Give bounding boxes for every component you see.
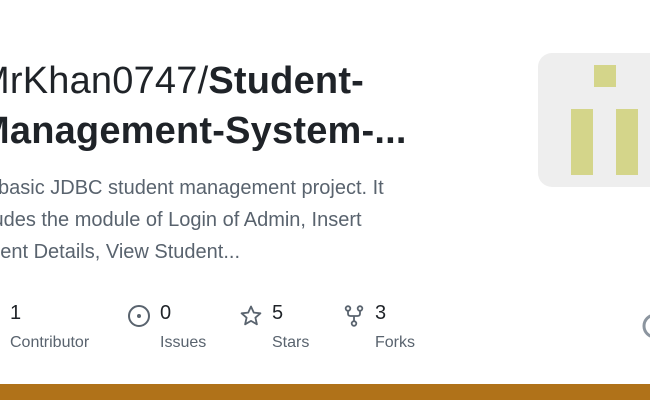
issues-label: Issues (160, 334, 207, 351)
contributors-label: Contributor (10, 334, 90, 351)
repo-title[interactable]: MrKhan0747/Student- Management-System-..… (0, 56, 458, 156)
repo-logo (538, 53, 650, 187)
forks-label: Forks (375, 334, 415, 351)
identicon-icon (571, 65, 638, 175)
description-line: udent Details, View Student... (0, 241, 241, 263)
repo-stats: 1 Contributor 0 Issues 5 Stars 3 Forks (0, 298, 480, 368)
description-line: cludes the module of Login of Admin, Ins… (0, 209, 362, 231)
issues-count: 0 (160, 302, 172, 324)
issue-opened-icon (127, 304, 151, 328)
star-icon (239, 304, 263, 328)
repo-name-part2[interactable]: Management-System-... (0, 110, 407, 152)
repo-title-line1: MrKhan0747/Student- (0, 56, 458, 106)
stars-label: Stars (272, 334, 310, 351)
github-icon (640, 311, 650, 341)
repo-name-part1[interactable]: Student- (208, 60, 364, 102)
repo-owner[interactable]: MrKhan0747/ (0, 60, 208, 102)
repo-description: is basic JDBC student management project… (0, 172, 478, 268)
description-line: is basic JDBC student management project… (0, 177, 384, 199)
repo-forked-icon (342, 304, 366, 328)
stars-count: 5 (272, 302, 284, 324)
forks-count: 3 (375, 302, 387, 324)
contributors-count: 1 (10, 302, 22, 324)
language-bar (0, 384, 650, 400)
repo-title-line2: Management-System-... (0, 106, 458, 156)
